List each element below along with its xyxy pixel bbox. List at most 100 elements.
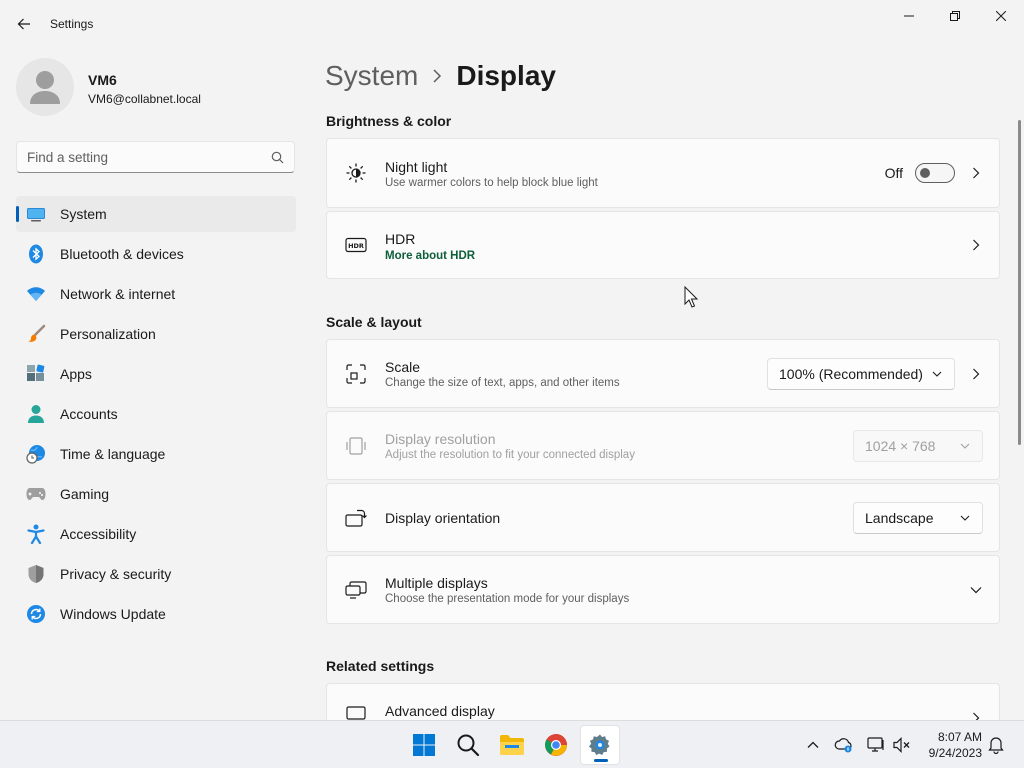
multiple-displays-subtitle: Choose the presentation mode for your di…	[385, 593, 630, 605]
user-name: VM6	[88, 72, 117, 88]
night-light-toggle[interactable]	[915, 163, 955, 183]
night-light-state: Off	[884, 165, 903, 181]
search-icon[interactable]	[270, 150, 284, 164]
breadcrumb-parent[interactable]: System	[325, 60, 418, 92]
hdr-card[interactable]: HDR HDR More about HDR	[326, 211, 1000, 279]
display-resolution-card: Display resolution Adjust the resolution…	[326, 411, 1000, 480]
resolution-value: 1024 × 768	[865, 437, 936, 454]
section-title-brightness: Brightness & color	[326, 113, 452, 129]
wifi-icon	[26, 284, 46, 304]
scale-subtitle: Change the size of text, apps, and other…	[385, 377, 620, 389]
chevron-right-icon[interactable]	[969, 238, 983, 252]
file-explorer-button[interactable]	[492, 725, 532, 765]
more-about-hdr-link[interactable]: More about HDR	[385, 250, 475, 262]
night-light-icon	[345, 162, 367, 184]
mouse-cursor-icon	[684, 286, 698, 308]
restore-icon	[950, 11, 960, 21]
sidebar-item-windows-update[interactable]: Windows Update	[16, 596, 296, 632]
notification-bell-icon[interactable]	[986, 735, 1006, 755]
sidebar-item-label: Windows Update	[60, 606, 166, 622]
orientation-dropdown[interactable]: Landscape	[853, 501, 983, 534]
sidebar-item-accessibility[interactable]: Accessibility	[16, 516, 296, 552]
app-title: Settings	[50, 17, 94, 31]
sidebar-item-label: Accessibility	[60, 526, 137, 542]
folder-icon	[500, 735, 524, 755]
taskbar: 8:07 AM 9/24/2023	[0, 720, 1024, 768]
title-bar: Settings	[0, 0, 1024, 48]
orientation-title: Display orientation	[385, 510, 501, 526]
chevron-down-icon	[960, 515, 970, 521]
advanced-display-title: Advanced display	[385, 703, 495, 719]
sidebar-item-label: Gaming	[60, 486, 110, 502]
restore-button[interactable]	[932, 0, 978, 32]
advanced-display-card[interactable]: Advanced display	[326, 683, 1000, 720]
minimize-button[interactable]	[886, 0, 932, 32]
sidebar-item-apps[interactable]: Apps	[16, 356, 296, 392]
chevron-down-icon[interactable]	[969, 583, 983, 597]
minimize-icon	[904, 15, 914, 17]
search-icon	[457, 734, 480, 757]
resolution-subtitle: Adjust the resolution to fit your connec…	[385, 449, 635, 461]
svg-text:HDR: HDR	[348, 242, 364, 250]
resolution-icon	[345, 435, 367, 457]
search-input[interactable]	[27, 149, 270, 165]
start-button[interactable]	[404, 725, 444, 765]
night-light-card[interactable]: Night light Use warmer colors to help bl…	[326, 138, 1000, 208]
sidebar-item-network[interactable]: Network & internet	[16, 276, 296, 312]
close-button[interactable]	[978, 0, 1024, 32]
orientation-value: Landscape	[865, 509, 934, 526]
network-icon[interactable]	[866, 735, 886, 755]
page-title: Display	[456, 60, 556, 91]
sidebar-item-personalization[interactable]: Personalization	[16, 316, 296, 352]
onedrive-icon[interactable]	[834, 735, 854, 755]
sidebar-item-label: Bluetooth & devices	[60, 246, 184, 262]
hdr-title: HDR	[385, 231, 416, 247]
sidebar-nav: System Bluetooth & devices Network & int…	[16, 196, 296, 636]
globe-clock-icon	[26, 444, 46, 464]
volume-muted-icon[interactable]	[892, 735, 912, 755]
apps-icon	[26, 364, 46, 384]
sidebar-item-label: System	[60, 206, 107, 222]
gear-icon	[588, 734, 610, 755]
resolution-title: Display resolution	[385, 431, 496, 447]
sidebar-item-system[interactable]: System	[16, 196, 296, 232]
scrollbar[interactable]	[1018, 120, 1021, 445]
active-app-indicator	[594, 759, 608, 762]
display-orientation-card[interactable]: Display orientation Landscape	[326, 483, 1000, 552]
taskbar-clock[interactable]: 8:07 AM 9/24/2023	[912, 729, 982, 761]
sidebar-item-time-language[interactable]: Time & language	[16, 436, 296, 472]
user-profile[interactable]: VM6 VM6@collabnet.local	[16, 58, 296, 116]
chrome-button[interactable]	[536, 725, 576, 765]
taskbar-search-button[interactable]	[448, 725, 488, 765]
scale-icon	[345, 363, 367, 385]
chrome-icon	[545, 734, 567, 756]
multiple-displays-title: Multiple displays	[385, 575, 488, 591]
shield-icon	[26, 564, 46, 584]
sidebar-item-accounts[interactable]: Accounts	[16, 396, 296, 432]
sidebar-item-bluetooth[interactable]: Bluetooth & devices	[16, 236, 296, 272]
night-light-title: Night light	[385, 159, 448, 175]
sidebar-item-label: Apps	[60, 366, 92, 382]
chevron-right-icon[interactable]	[969, 367, 983, 381]
chevron-right-icon[interactable]	[969, 166, 983, 180]
breadcrumb: System Display	[325, 58, 556, 94]
search-box[interactable]	[16, 141, 295, 173]
scale-dropdown[interactable]: 100% (Recommended)	[767, 357, 955, 390]
chevron-down-icon	[960, 443, 970, 449]
sidebar-item-label: Privacy & security	[60, 566, 172, 582]
bluetooth-icon	[26, 244, 46, 264]
person-avatar-icon	[30, 71, 60, 104]
chevron-right-icon[interactable]	[969, 711, 983, 720]
back-button[interactable]	[10, 10, 38, 38]
settings-app-button[interactable]	[580, 725, 620, 765]
chevron-up-icon[interactable]	[803, 735, 823, 755]
sidebar-item-label: Network & internet	[60, 286, 176, 302]
scale-card[interactable]: Scale Change the size of text, apps, and…	[326, 339, 1000, 408]
laptop-icon	[26, 204, 46, 224]
sidebar-item-gaming[interactable]: Gaming	[16, 476, 296, 512]
hdr-icon: HDR	[345, 234, 367, 256]
chevron-right-icon	[432, 69, 442, 83]
sidebar-item-privacy-security[interactable]: Privacy & security	[16, 556, 296, 592]
multiple-displays-card[interactable]: Multiple displays Choose the presentatio…	[326, 555, 1000, 624]
accessibility-icon	[26, 524, 46, 544]
